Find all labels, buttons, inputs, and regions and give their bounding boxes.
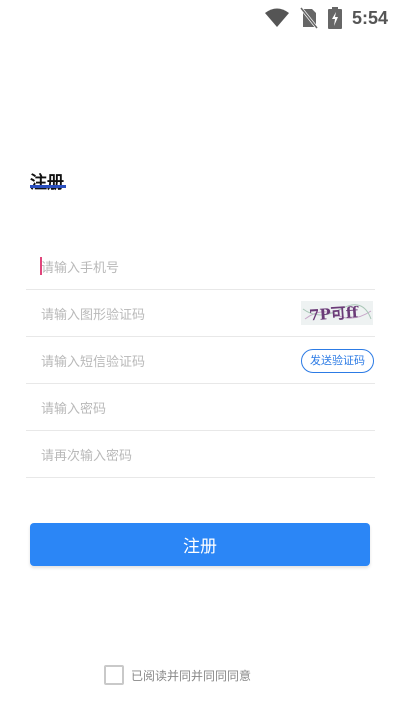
no-sim-icon: [299, 7, 318, 29]
register-button[interactable]: 注册: [30, 523, 370, 566]
captcha-image[interactable]: 7P可ff: [301, 301, 373, 325]
agreement-text: 已阅读并同并同同同意: [131, 668, 252, 683]
sms-code-field[interactable]: 请输入短信验证码 发送验证码: [26, 337, 375, 384]
sms-placeholder: 请输入短信验证码: [41, 354, 146, 370]
phone-field[interactable]: 请输入手机号: [26, 243, 375, 290]
password-field[interactable]: 请输入密码: [26, 384, 375, 431]
wifi-icon: [264, 8, 290, 28]
captcha-placeholder: 请输入图形验证码: [41, 307, 146, 323]
agreement-checkbox[interactable]: [104, 665, 124, 685]
battery-charging-icon: [327, 7, 342, 29]
agreement-row: 已阅读并同并同同同意: [104, 665, 251, 685]
status-time: 5:54: [351, 7, 388, 28]
captcha-field[interactable]: 请输入图形验证码 7P可ff: [26, 290, 375, 337]
page-title: 注册: [30, 173, 64, 193]
phone-placeholder: 请输入手机号: [41, 260, 120, 276]
status-bar: 5:54: [0, 0, 400, 36]
status-icons: 5:54: [264, 6, 388, 30]
confirm-password-placeholder: 请再次输入密码: [41, 448, 133, 464]
send-sms-button[interactable]: 发送验证码: [301, 349, 374, 373]
title-underline: [30, 185, 66, 188]
password-placeholder: 请输入密码: [41, 401, 107, 417]
text-cursor: [40, 257, 42, 275]
captcha-text: 7P可ff: [308, 303, 360, 324]
confirm-password-field[interactable]: 请再次输入密码: [26, 431, 375, 478]
